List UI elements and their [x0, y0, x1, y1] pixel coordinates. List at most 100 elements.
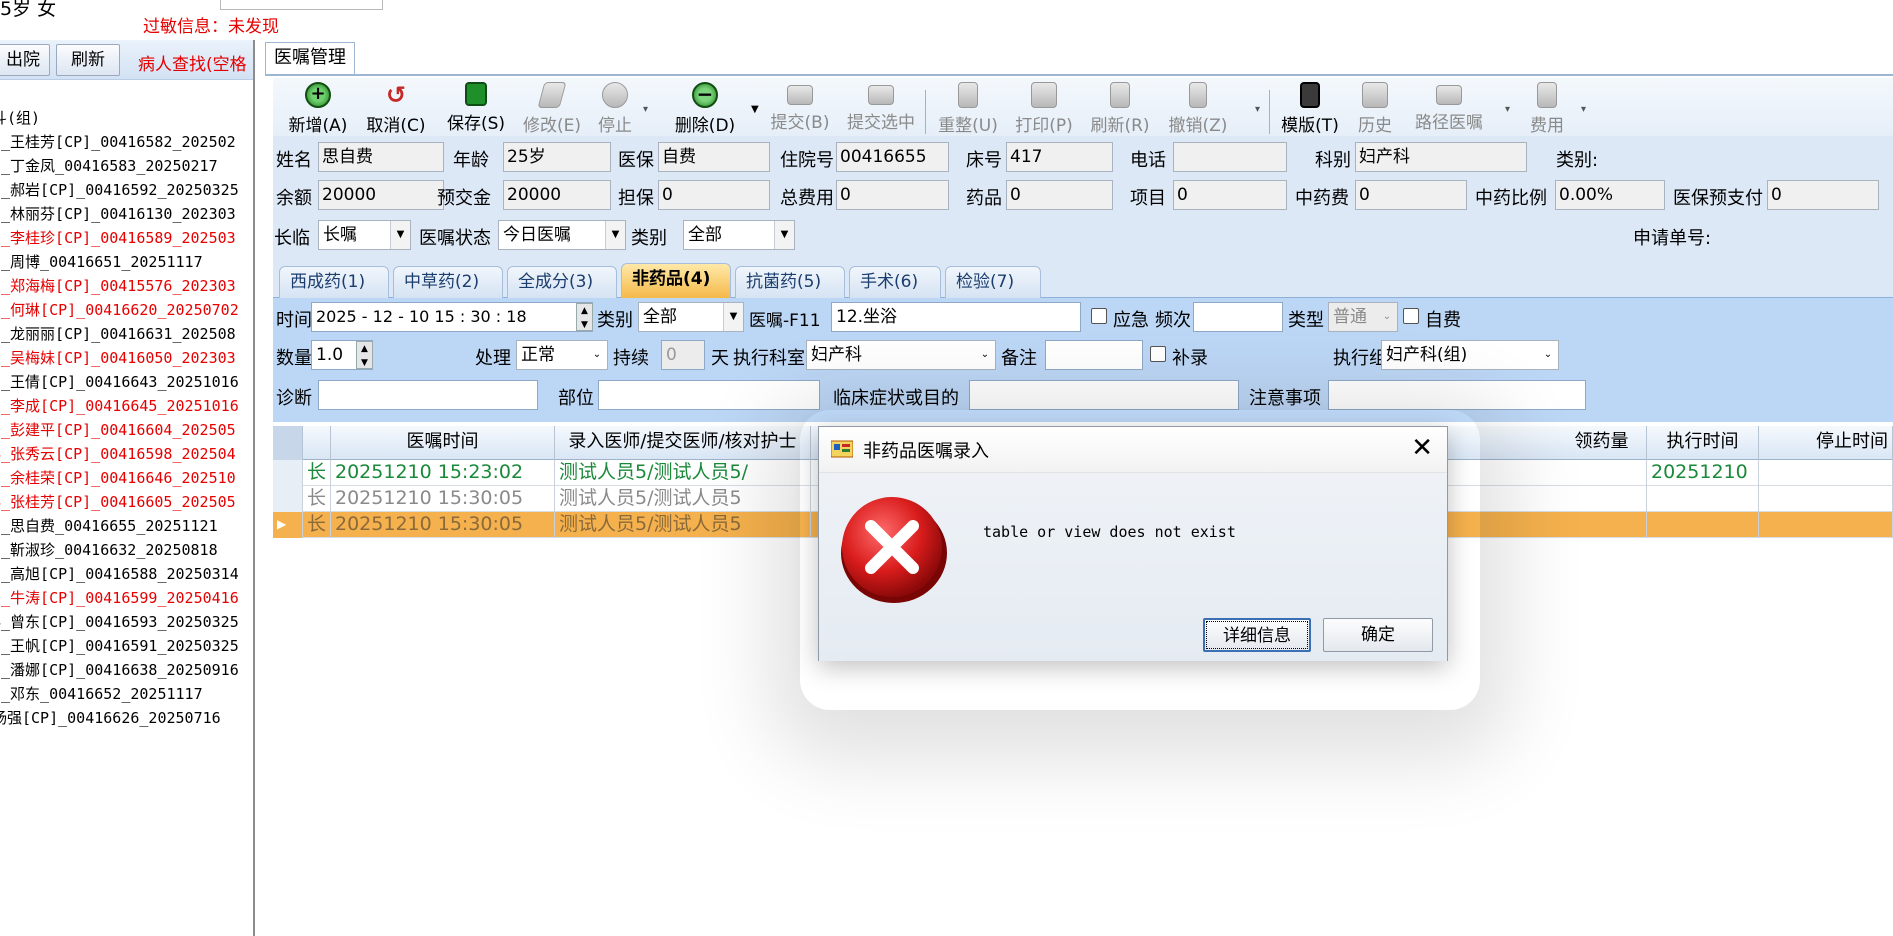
grid-header-time[interactable]: 医嘱时间: [331, 426, 555, 460]
patient-list-item[interactable]: 3_林丽芬[CP]_00416130_202303: [0, 202, 253, 226]
total-field[interactable]: 0: [836, 180, 949, 210]
patient-list-item[interactable]: 4_曾东[CP]_00416593_20250325: [0, 610, 253, 634]
diagnosis-input[interactable]: [318, 380, 538, 410]
ok-button[interactable]: 确定: [1323, 618, 1433, 652]
fee-button[interactable]: 费用: [1525, 82, 1569, 138]
exec-group-select[interactable]: 妇产科(组) ⌄: [1381, 340, 1559, 370]
inpatient-no-field[interactable]: 00416655: [836, 142, 949, 172]
drug-field[interactable]: 0: [1006, 180, 1113, 210]
status-select[interactable]: 今日医嘱 ▼: [498, 220, 626, 250]
patient-list-item[interactable]: 2_丁金凤_00416583_20250217: [0, 154, 253, 178]
grid-header-exec-time[interactable]: 执行时间: [1647, 426, 1759, 460]
stop-dropdown-icon[interactable]: ▾: [643, 104, 648, 115]
modify-button[interactable]: 修改(E): [521, 82, 583, 138]
patient-list-item[interactable]: 3_余桂荣[CP]_00416646_202510: [0, 466, 253, 490]
grid-corner[interactable]: [273, 426, 303, 460]
delete-dropdown-icon[interactable]: ▼: [751, 104, 759, 115]
patient-list-item[interactable]: 9_龙丽丽[CP]_00416631_202508: [0, 322, 253, 346]
grid-header-stop-time[interactable]: 停止时间: [1759, 426, 1893, 460]
tab-order-type[interactable]: 非药品(4): [621, 263, 731, 298]
balance-field[interactable]: 20000: [318, 180, 444, 210]
patient-list-item[interactable]: 2_彭建平[CP]_00416604_202505: [0, 418, 253, 442]
symptom-input[interactable]: [969, 380, 1239, 410]
type-select[interactable]: 全部 ▼: [683, 220, 795, 250]
tcm-ratio-field[interactable]: 0.00%: [1555, 180, 1665, 210]
regroup-button[interactable]: 重整(U): [937, 82, 999, 138]
exec-dept-select[interactable]: 妇产科 ⌄: [806, 340, 996, 370]
tab-order-type[interactable]: 全成分(3): [507, 266, 617, 298]
details-button[interactable]: 详细信息: [1203, 618, 1311, 652]
site-input[interactable]: [598, 380, 820, 410]
entry-type-select[interactable]: 普通 ⌄: [1328, 302, 1398, 332]
submit-button[interactable]: 提交(B): [769, 82, 831, 138]
revoke-dropdown-icon[interactable]: ▾: [1255, 104, 1260, 115]
prepay-field[interactable]: 20000: [503, 180, 611, 210]
patient-list-item[interactable]: 杨强[CP]_00416626_20250716: [0, 706, 253, 730]
long-select[interactable]: 长嘱 ▼: [318, 220, 411, 250]
handle-select[interactable]: 正常 ⌄: [516, 340, 608, 370]
close-icon[interactable]: ✕: [1411, 433, 1433, 463]
age-field[interactable]: 25岁: [503, 142, 611, 172]
time-spinner-icon[interactable]: ▲ ▼: [576, 303, 593, 331]
refresh-list-button[interactable]: 刷新: [56, 44, 120, 76]
note-input[interactable]: [1045, 340, 1143, 370]
order-input[interactable]: 12.坐浴: [831, 302, 1081, 332]
refresh-button[interactable]: 刷新(R): [1089, 82, 1151, 138]
patient-search-label[interactable]: 病人查找(空格: [138, 50, 247, 75]
header-input[interactable]: [220, 0, 383, 10]
patient-list-item[interactable]: 3_郝岩[CP]_00416592_20250325: [0, 178, 253, 202]
tab-order-type[interactable]: 西成药(1): [279, 266, 389, 298]
guarantee-field[interactable]: 0: [658, 180, 770, 210]
item-field[interactable]: 0: [1173, 180, 1287, 210]
delete-button[interactable]: − 删除(D): [673, 82, 737, 138]
grid-header-kind[interactable]: [303, 426, 331, 460]
revoke-button[interactable]: 撤销(Z): [1167, 82, 1229, 138]
self-pay-checkbox[interactable]: [1403, 308, 1419, 324]
submit-selected-button[interactable]: 提交选中: [843, 82, 919, 138]
patient-list-item[interactable]: 5_何琳[CP]_00416620_20250702: [0, 298, 253, 322]
duration-stepper[interactable]: 0: [661, 340, 705, 370]
tab-order-type[interactable]: 中草药(2): [393, 266, 503, 298]
freq-input[interactable]: [1193, 302, 1283, 332]
tab-order-management[interactable]: 医嘱管理: [265, 42, 355, 74]
patient-list-item[interactable]: 8_吴梅妹[CP]_00416050_202303: [0, 346, 253, 370]
entry-category-select[interactable]: 全部 ▼: [638, 302, 744, 332]
patient-list-item[interactable]: 8_李成[CP]_00416645_20251016: [0, 394, 253, 418]
patient-list-item[interactable]: 2_牛涛[CP]_00416599_20250416: [0, 586, 253, 610]
patient-list-item[interactable]: 0_王倩[CP]_00416643_20251016: [0, 370, 253, 394]
patient-list-item[interactable]: 1_潘娜[CP]_00416638_20250916: [0, 658, 253, 682]
attention-input[interactable]: [1328, 380, 1586, 410]
patient-list-item[interactable]: 9_李桂珍[CP]_00416589_202503: [0, 226, 253, 250]
group-header[interactable]: 斗(组): [0, 106, 40, 130]
patient-list-item[interactable]: 5_王帆[CP]_00416591_20250325: [0, 634, 253, 658]
dept-field[interactable]: 妇产科: [1355, 142, 1527, 172]
discharge-button[interactable]: 出院: [0, 44, 50, 76]
stop-button[interactable]: 停止: [595, 82, 635, 138]
patient-list-item[interactable]: 4_张秀云[CP]_00416598_202504: [0, 442, 253, 466]
phone-field[interactable]: [1173, 142, 1287, 172]
grid-header-doctor[interactable]: 录入医师/提交医师/核对护士: [555, 426, 811, 460]
name-field[interactable]: 思自费: [318, 142, 444, 172]
save-button[interactable]: 保存(S): [445, 82, 507, 138]
bed-field[interactable]: 417: [1006, 142, 1113, 172]
fee-dropdown-icon[interactable]: ▾: [1581, 104, 1586, 115]
supplement-checkbox[interactable]: [1150, 346, 1166, 362]
time-picker[interactable]: 2025 - 12 - 10 15 : 30 : 18: [311, 302, 593, 332]
patient-list-item[interactable]: 7_思自费_00416655_20251121: [0, 514, 253, 538]
insurance-field[interactable]: 自费: [658, 142, 770, 172]
urgent-checkbox[interactable]: [1091, 308, 1107, 324]
patient-list-item[interactable]: 3_靳淑珍_00416632_20250818: [0, 538, 253, 562]
patient-list-item[interactable]: 1_王桂芳[CP]_00416582_202502: [0, 130, 253, 154]
tab-order-type[interactable]: 抗菌药(5): [735, 266, 845, 298]
tab-order-type[interactable]: 手术(6): [849, 266, 941, 298]
patient-list-item[interactable]: 2_郑海梅[CP]_00415576_202303: [0, 274, 253, 298]
history-button[interactable]: 历史: [1353, 82, 1397, 138]
patient-list-item[interactable]: 9_高旭[CP]_00416588_20250314: [0, 562, 253, 586]
grid-header-dispense[interactable]: 领药量: [1557, 426, 1647, 460]
tab-order-type[interactable]: 检验(7): [945, 266, 1041, 298]
tcm-field[interactable]: 0: [1355, 180, 1467, 210]
patient-list-item[interactable]: 1_周博_00416651_20251117: [0, 250, 253, 274]
path-dropdown-icon[interactable]: ▾: [1505, 104, 1510, 115]
ins-prepay-field[interactable]: 0: [1767, 180, 1879, 210]
cancel-button[interactable]: ↺ 取消(C): [363, 82, 429, 138]
